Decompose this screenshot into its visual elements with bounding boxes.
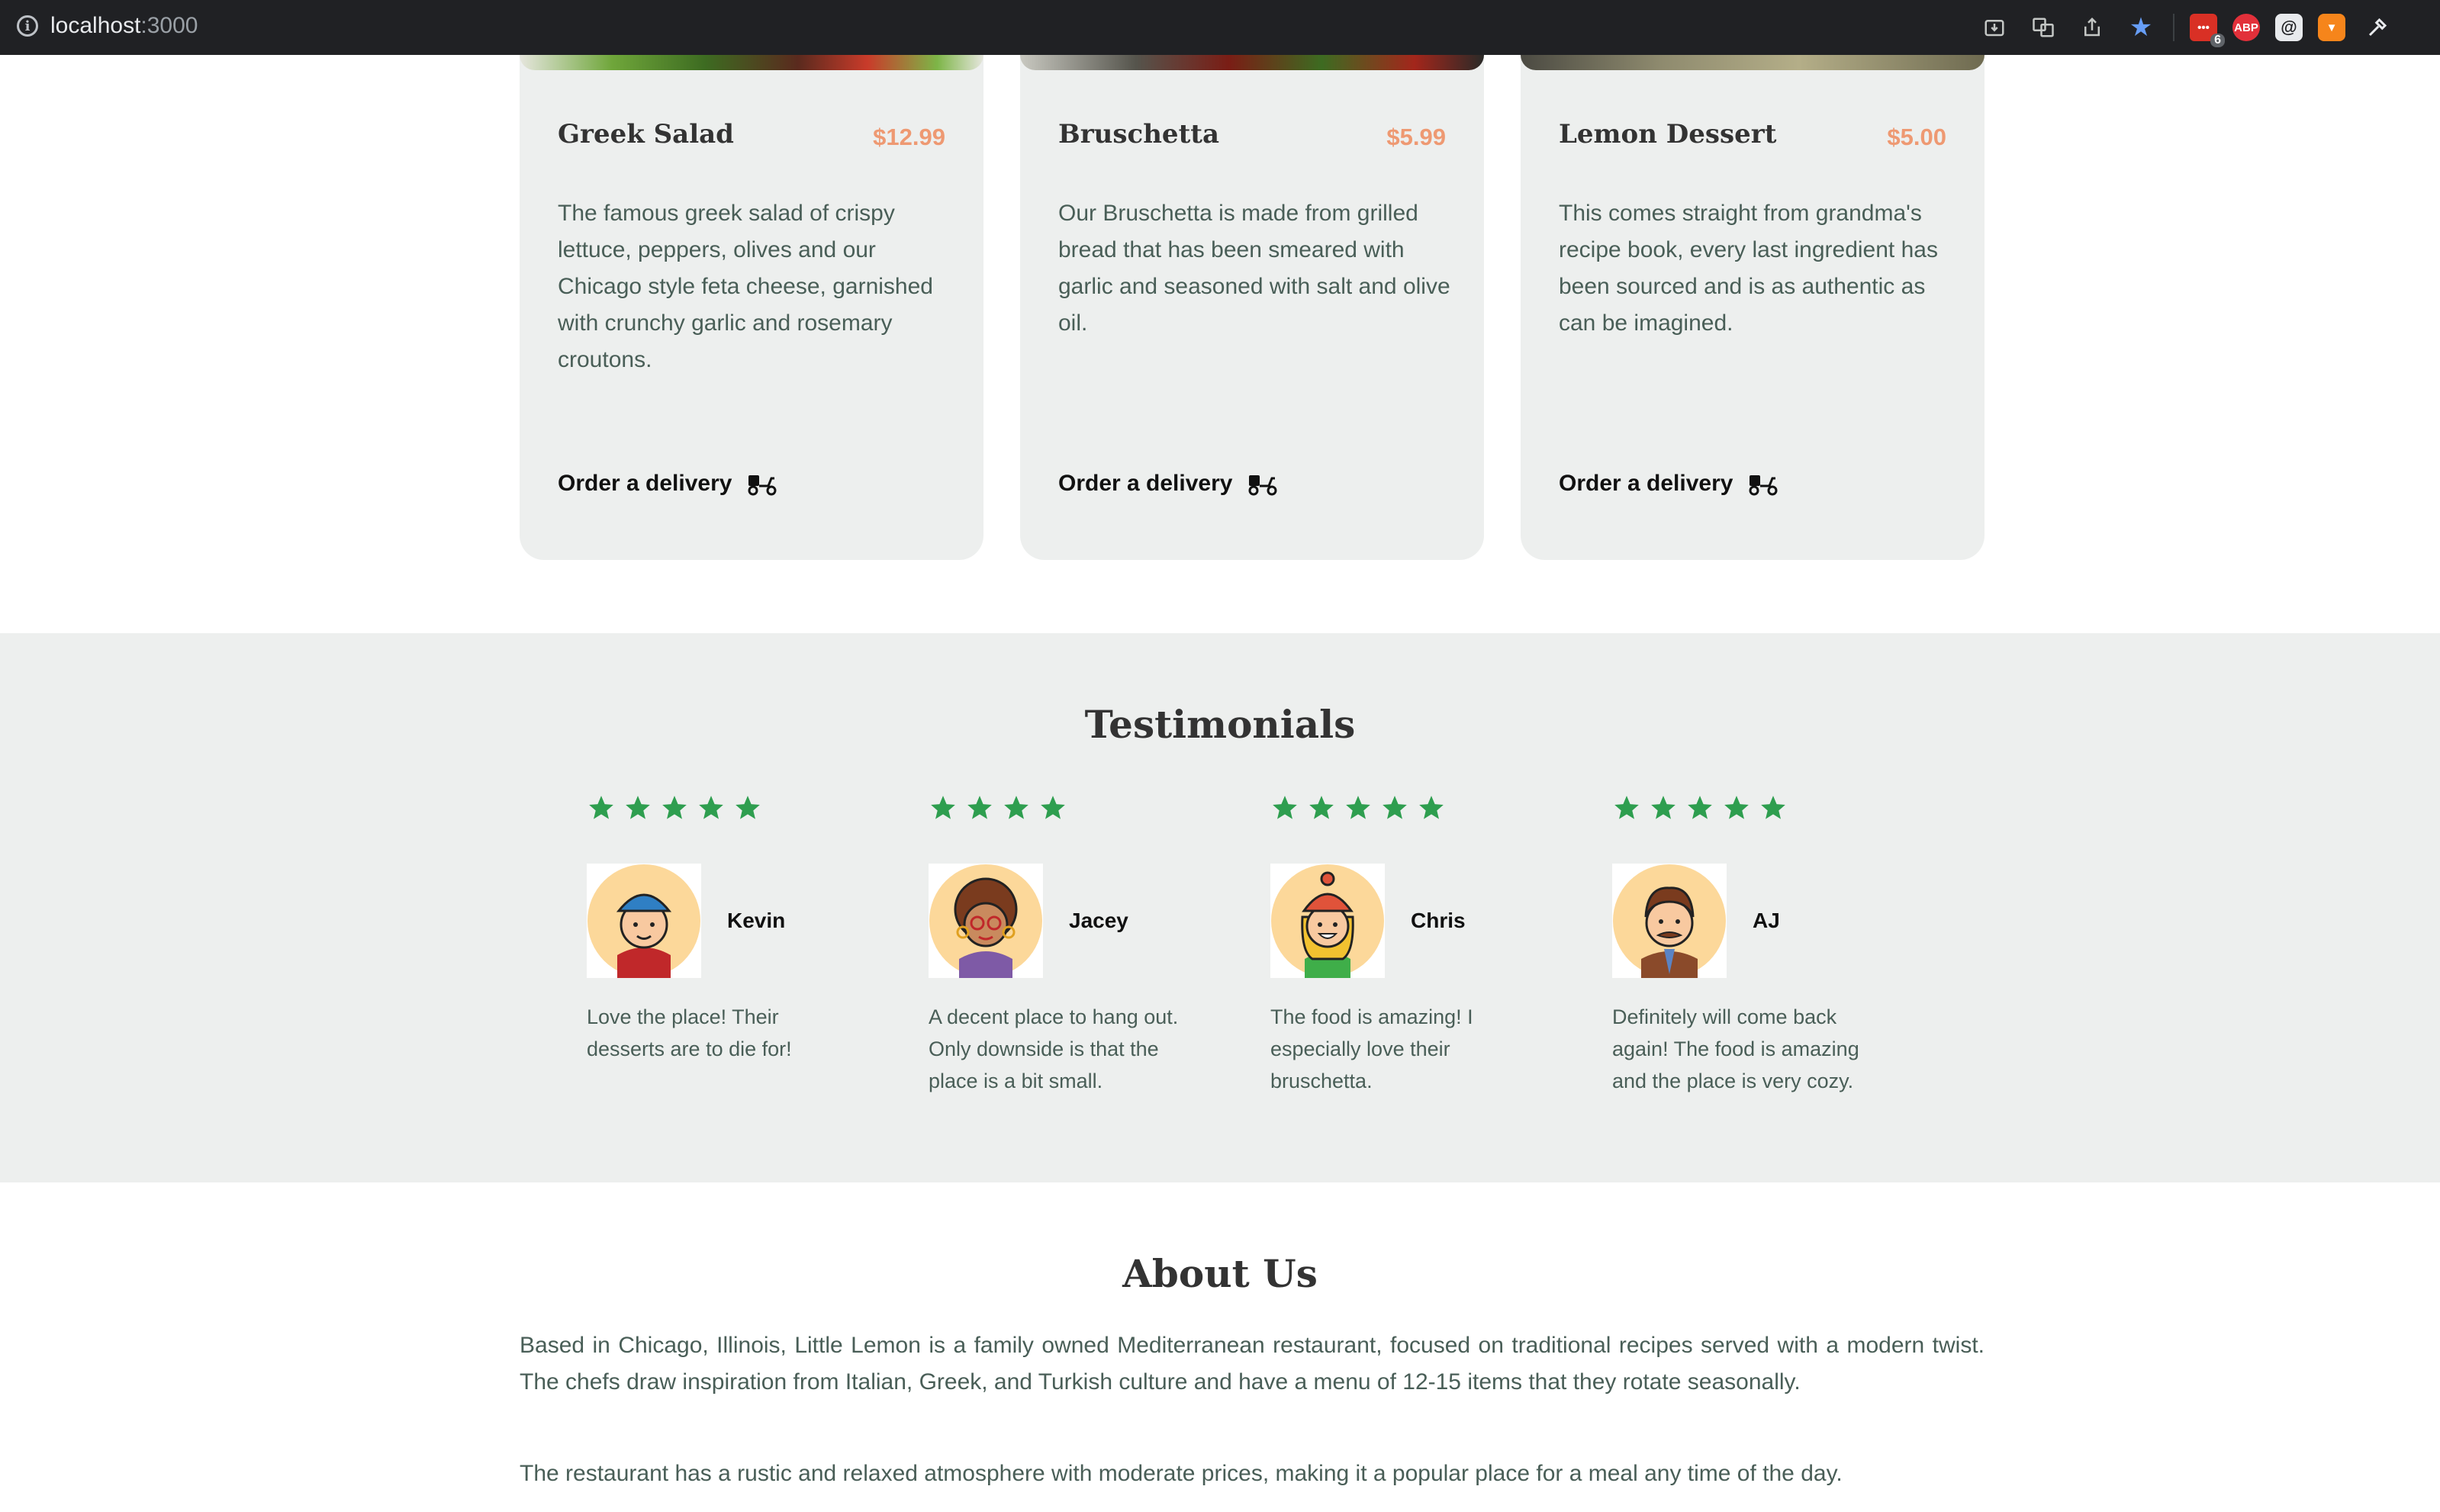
- site-info-icon[interactable]: i: [17, 15, 38, 37]
- testimonial-card: Kevin Love the place! Their desserts are…: [587, 793, 861, 1065]
- adblock-icon[interactable]: ABP: [2232, 14, 2260, 41]
- menu-card: Greek Salad $12.99 The famous greek sala…: [520, 55, 983, 560]
- menu-card: Bruschetta $5.99 Our Bruschetta is made …: [1020, 55, 1484, 560]
- greek-salad-image: [520, 55, 983, 70]
- extension-badge: 6: [2210, 34, 2225, 47]
- rating-star-icon: [967, 796, 992, 819]
- order-delivery-label: Order a delivery: [558, 471, 732, 496]
- url-port: :3000: [140, 13, 198, 38]
- rating-star-icon: [1651, 796, 1675, 819]
- address-bar[interactable]: localhost:3000: [50, 11, 198, 41]
- rating-stars: [587, 793, 861, 827]
- testimonial-card: Jacey A decent place to hang out. Only d…: [929, 793, 1203, 1097]
- rating-star-icon: [1273, 796, 1297, 819]
- lemon-dessert-image: [1521, 55, 1985, 70]
- at-extension-icon[interactable]: @: [2275, 14, 2303, 41]
- card-price: $5.99: [1386, 124, 1446, 150]
- browser-toolbar: i localhost:3000 ★ ••• 6 ABP @ ▼: [0, 0, 2440, 55]
- rating-star-icon: [736, 796, 760, 819]
- testimonial-card: Chris The food is amazing! I especially …: [1270, 793, 1545, 1097]
- about-paragraph: The restaurant has a rustic and relaxed …: [520, 1461, 1843, 1486]
- menu-card: Lemon Dessert $5.00 This comes straight …: [1521, 55, 1985, 560]
- rating-stars: [1612, 793, 1887, 827]
- card-description: Our Bruschetta is made from grilled brea…: [1058, 201, 1450, 336]
- rating-star-icon: [1724, 796, 1749, 819]
- reviewer-name: Jacey: [1069, 909, 1128, 932]
- rating-star-icon: [626, 796, 650, 819]
- avatar: [1270, 864, 1385, 978]
- translate-icon[interactable]: [2026, 11, 2060, 44]
- extension-icon[interactable]: ••• 6: [2190, 14, 2225, 47]
- share-icon[interactable]: [2075, 11, 2109, 44]
- testimonials-title: Testimonials: [1084, 702, 1356, 747]
- card-description: This comes straight from grandma's recip…: [1559, 201, 1938, 336]
- about-paragraph: Based in Chicago, Illinois, Little Lemon…: [520, 1333, 1985, 1395]
- scooter-icon: [1749, 475, 1778, 496]
- rating-star-icon: [1419, 796, 1444, 819]
- order-delivery-link[interactable]: Order a delivery: [1559, 471, 1780, 497]
- rating-star-icon: [1614, 796, 1639, 819]
- testimonials-section: Testimonials Kevin Love the place! Their…: [0, 633, 2440, 1182]
- rating-star-icon: [1761, 796, 1785, 819]
- review-text: Love the place! Their desserts are to di…: [587, 1005, 792, 1060]
- about-title: About Us: [1122, 1251, 1318, 1296]
- card-description: The famous greek salad of crispy lettuce…: [558, 201, 933, 372]
- order-delivery-link[interactable]: Order a delivery: [558, 471, 779, 497]
- avatar: [587, 864, 701, 978]
- rating-star-icon: [662, 796, 687, 819]
- rating-star-icon: [1004, 796, 1028, 819]
- rating-star-icon: [589, 796, 613, 819]
- bruschetta-image: [1020, 55, 1484, 70]
- order-delivery-label: Order a delivery: [1058, 471, 1233, 496]
- card-price: $5.00: [1887, 124, 1946, 150]
- rating-star-icon: [1688, 796, 1712, 819]
- review-text: A decent place to hang out. Only downsid…: [929, 1005, 1179, 1092]
- install-app-icon[interactable]: [1978, 11, 2011, 44]
- card-price: $12.99: [873, 124, 945, 150]
- reviewer-name: Chris: [1411, 909, 1466, 932]
- avatar-jacey-icon: [929, 864, 1042, 978]
- rating-star-icon: [1309, 796, 1334, 819]
- rating-stars: [1270, 793, 1545, 827]
- reviewer-name: AJ: [1753, 909, 1780, 932]
- review-text: Definitely will come back again! The foo…: [1612, 1005, 1859, 1092]
- rating-star-icon: [1041, 796, 1065, 819]
- card-title: Greek Salad: [558, 119, 734, 150]
- toolbar-divider: [2173, 14, 2174, 41]
- avatar-chris-icon: [1271, 864, 1384, 978]
- card-title: Lemon Dessert: [1559, 119, 1777, 150]
- rating-star-icon: [1346, 796, 1370, 819]
- rating-stars: [929, 793, 1203, 827]
- metamask-fox-icon[interactable]: ▼: [2318, 14, 2345, 41]
- rating-star-icon: [1383, 796, 1407, 819]
- scooter-icon: [1248, 475, 1277, 496]
- bookmark-star-icon[interactable]: ★: [2124, 11, 2158, 44]
- rating-star-icon: [931, 796, 955, 819]
- avatar-kevin-icon: [587, 864, 700, 978]
- reviewer-name: Kevin: [727, 909, 786, 932]
- eyedropper-icon[interactable]: [2361, 11, 2394, 44]
- rating-star-icon: [699, 796, 723, 819]
- avatar-aj-icon: [1613, 864, 1726, 978]
- card-title: Bruschetta: [1058, 119, 1220, 150]
- avatar: [1612, 864, 1727, 978]
- review-text: The food is amazing! I especially love t…: [1270, 1005, 1473, 1092]
- scooter-icon: [748, 475, 777, 496]
- order-delivery-link[interactable]: Order a delivery: [1058, 471, 1280, 497]
- order-delivery-label: Order a delivery: [1559, 471, 1733, 496]
- avatar: [929, 864, 1043, 978]
- url-host: localhost: [50, 13, 141, 38]
- testimonial-card: AJ Definitely will come back again! The …: [1612, 793, 1887, 1097]
